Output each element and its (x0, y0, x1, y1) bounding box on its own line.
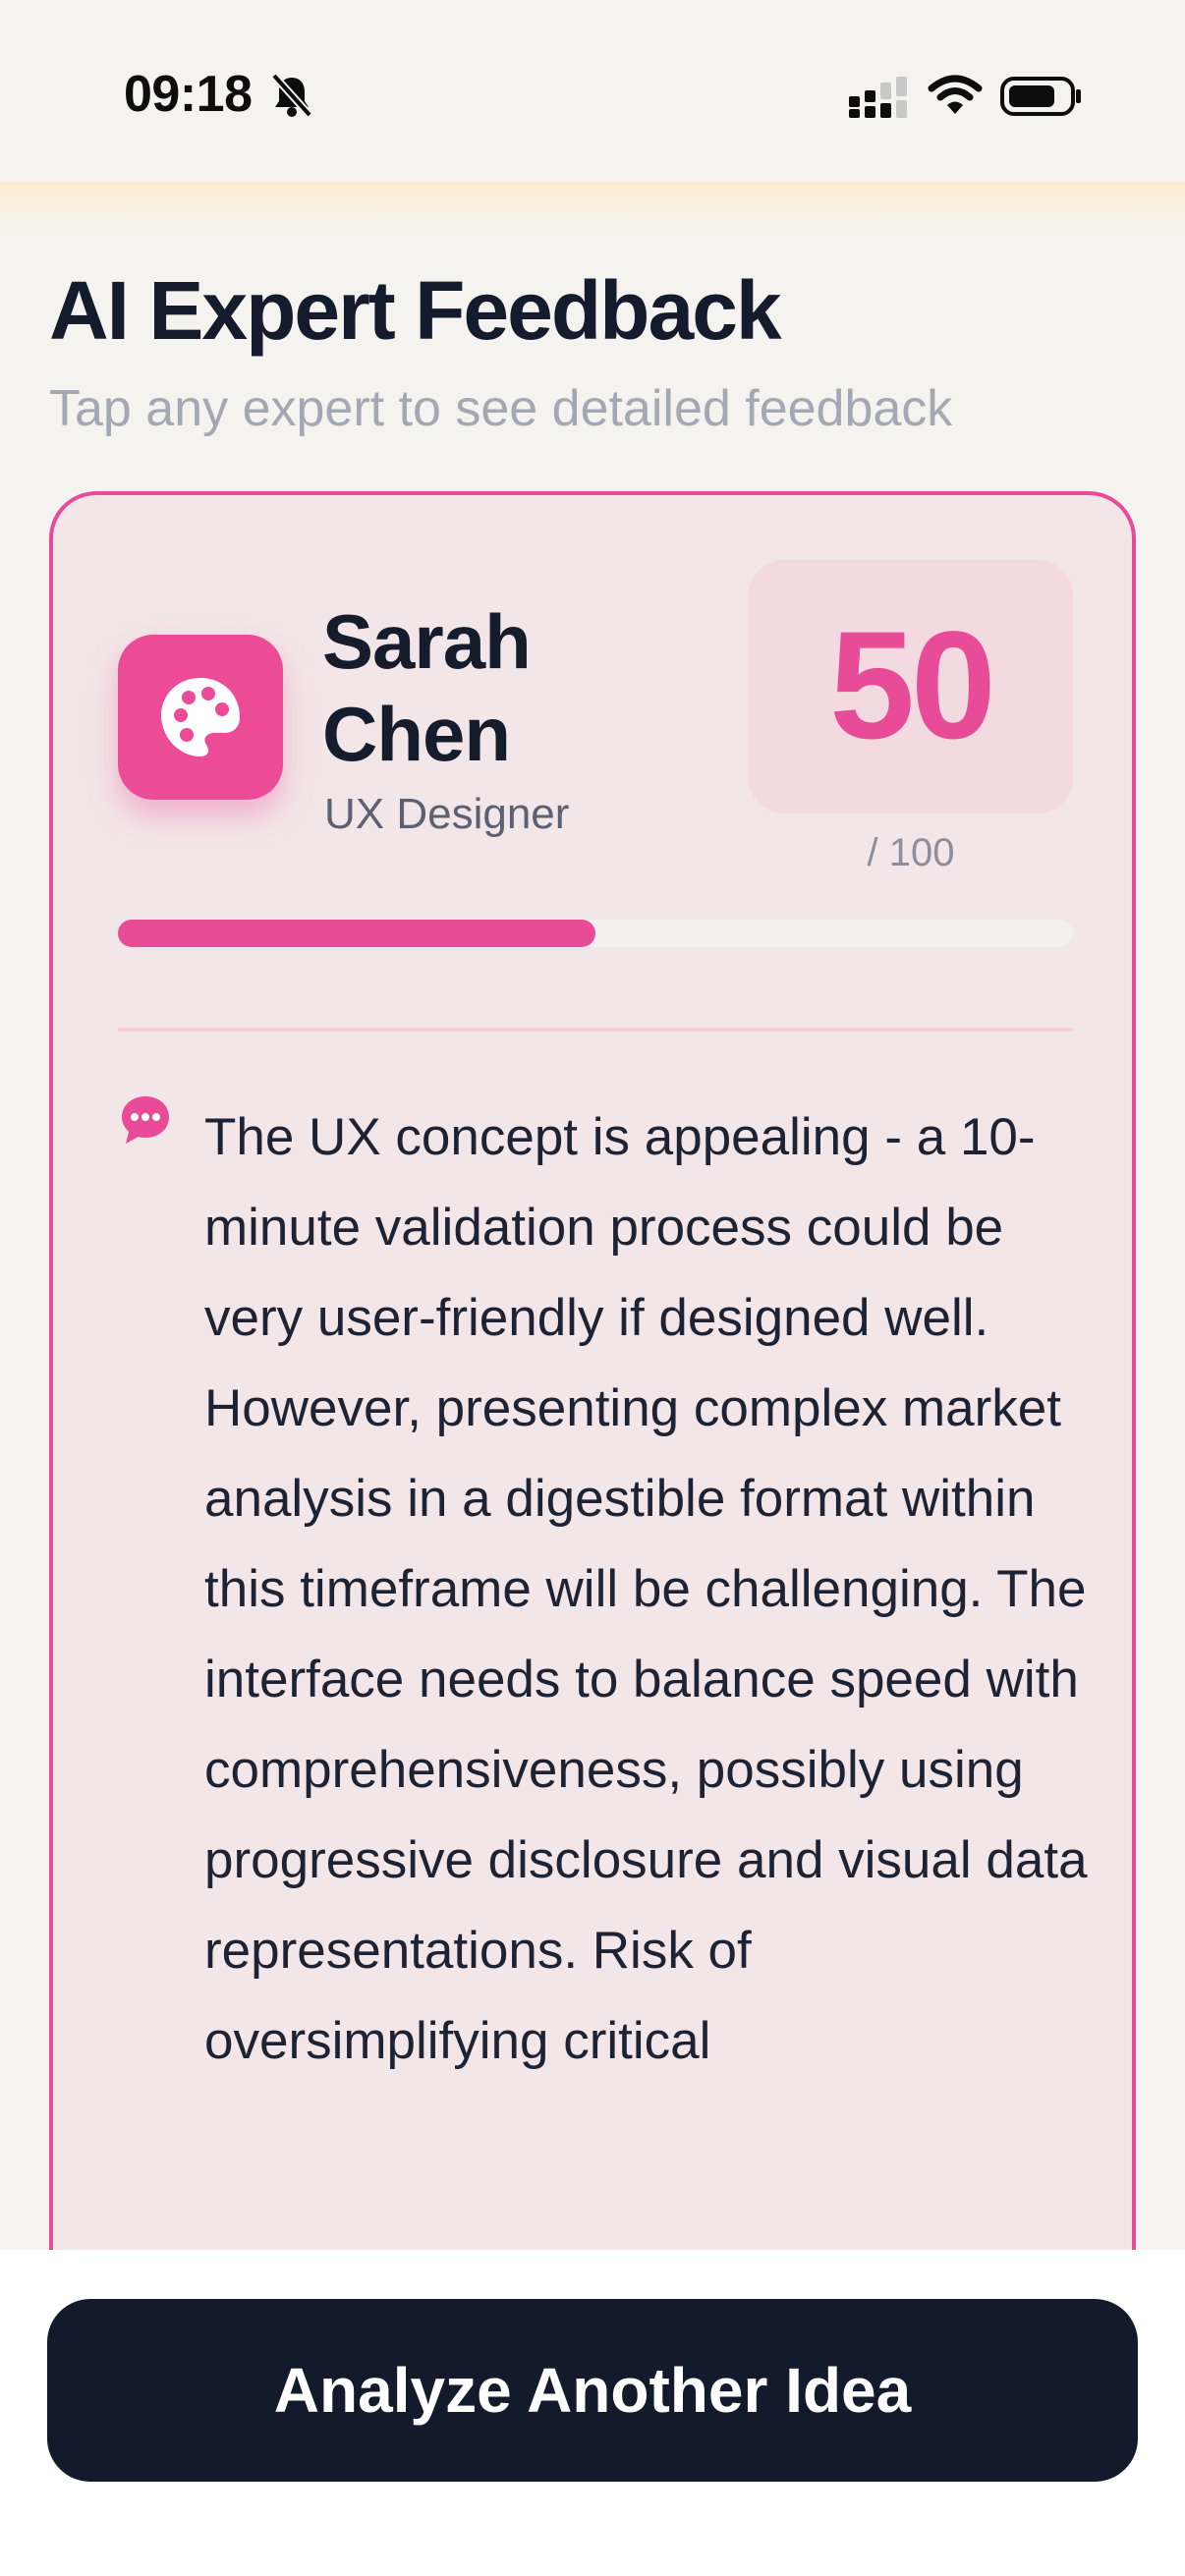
expert-role: UX Designer (324, 790, 570, 838)
cellular-signal-icon (849, 77, 907, 118)
bell-slash-icon (271, 73, 312, 118)
page-subtitle: Tap any expert to see detailed feedback (49, 380, 953, 437)
score-badge: 50 (749, 560, 1073, 813)
chat-bubble-icon (122, 1096, 169, 1144)
header-glow (0, 182, 1185, 251)
divider (118, 1028, 1073, 1032)
expert-avatar (118, 635, 283, 800)
wifi-icon (928, 75, 983, 114)
expert-card[interactable]: Sarah Chen UX Designer 50 / 100 The UX c… (49, 491, 1136, 2358)
feedback-text: The UX concept is appealing - a 10-minut… (204, 1108, 1088, 2070)
score-value: 50 (829, 600, 996, 771)
page-title: AI Expert Feedback (49, 264, 782, 357)
palette-icon (161, 678, 240, 756)
bottom-action-bar: Analyze Another Idea (0, 2250, 1185, 2576)
status-bar: 09:18 (0, 0, 1185, 182)
score-progress-fill (118, 920, 595, 947)
battery-icon (1000, 77, 1081, 116)
score-max: / 100 (867, 831, 955, 874)
expert-name: Sarah Chen (322, 598, 532, 777)
score-progress-bar (118, 920, 1073, 947)
analyze-another-idea-button[interactable]: Analyze Another Idea (47, 2299, 1138, 2482)
status-time: 09:18 (124, 66, 253, 123)
